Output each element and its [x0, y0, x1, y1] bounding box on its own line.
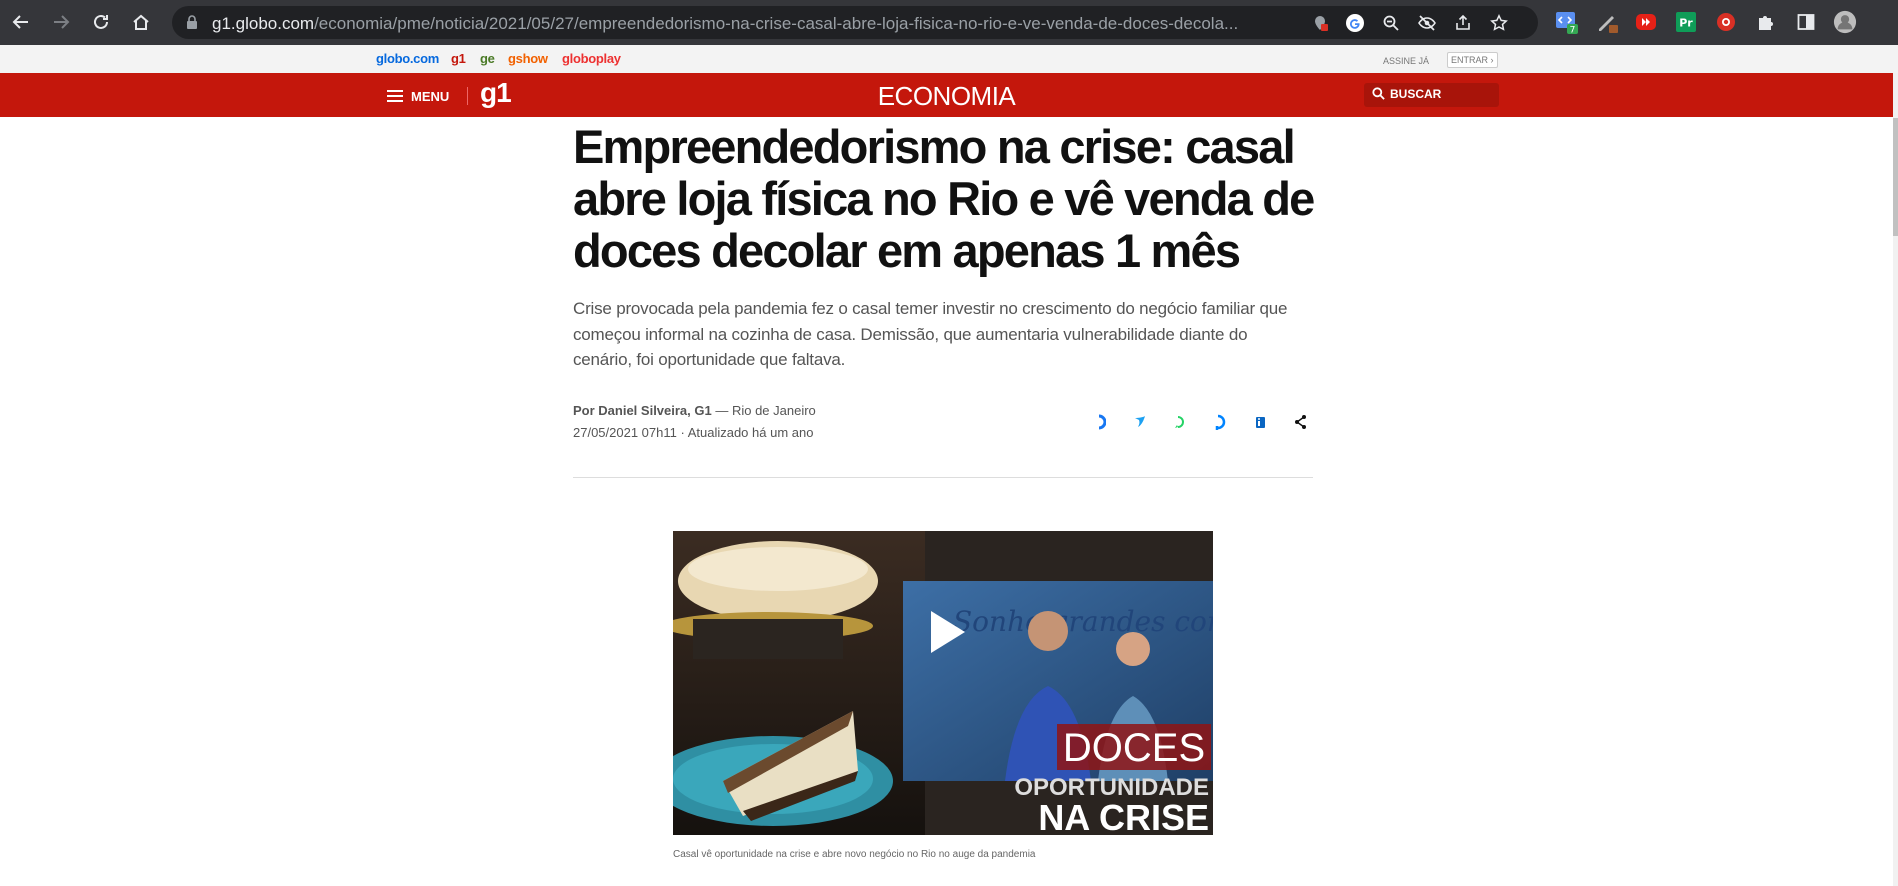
facebook-icon[interactable] [1090, 413, 1108, 431]
google-icon[interactable] [1344, 12, 1366, 34]
location-blocked-icon[interactable] [1309, 12, 1331, 34]
menu-button[interactable]: MENU [386, 87, 469, 105]
globo-network-bar: globo.com g1 ge gshow globoplay ASSINE J… [0, 45, 1898, 73]
url-text[interactable]: g1.globo.com/economia/pme/noticia/2021/0… [212, 14, 1275, 34]
wall-text: Sonhe grandes com pequ... [953, 605, 1213, 638]
video-overlay-line2: NA CRISE [1038, 797, 1209, 835]
search-icon [1372, 87, 1385, 100]
link-g1[interactable]: g1 [451, 51, 466, 66]
hamburger-icon [387, 90, 403, 102]
extensions-puzzle-icon[interactable] [1754, 10, 1778, 34]
extension-badge: 7 [1570, 26, 1576, 35]
article-title: Empreendedorismo na crise: casal abre lo… [573, 120, 1315, 277]
share-page-icon[interactable] [1452, 12, 1474, 34]
article-subtitle: Crise provocada pela pandemia fez o casa… [573, 299, 1288, 369]
scrollbar-thumb[interactable] [1893, 118, 1898, 236]
login-button[interactable]: ENTRAR › [1447, 52, 1498, 68]
link-globoplay[interactable]: globoplay [562, 51, 621, 66]
link-ge[interactable]: ge [480, 51, 495, 66]
author[interactable]: Por Daniel Silveira, G1 [573, 403, 712, 418]
zoom-icon[interactable] [1380, 12, 1402, 34]
video-tag: DOCES [1063, 726, 1205, 770]
article-divider [573, 477, 1313, 478]
record-extension-icon[interactable] [1714, 10, 1738, 34]
article-date: 27/05/2021 07h11 · Atualizado há um ano [573, 425, 814, 440]
page-scrollbar[interactable] [1893, 73, 1898, 886]
browser-toolbar: g1.globo.com/economia/pme/noticia/2021/0… [0, 0, 1898, 45]
share-icon[interactable] [1291, 413, 1309, 431]
linkedin-icon[interactable] [1251, 413, 1269, 431]
menu-label: MENU [411, 88, 450, 104]
video-speed-extension-icon[interactable] [1634, 10, 1658, 34]
whatsapp-icon[interactable] [1171, 413, 1189, 431]
location: — Rio de Janeiro [711, 403, 816, 418]
bookmark-star-icon[interactable] [1488, 12, 1510, 34]
site-header: ECONOMIA MENU g1 BUSCAR [0, 73, 1893, 117]
link-gshow[interactable]: gshow [508, 51, 548, 66]
twitter-icon[interactable] [1131, 413, 1149, 431]
lock-icon[interactable] [186, 15, 198, 34]
reload-icon[interactable] [89, 10, 113, 34]
back-icon[interactable] [9, 10, 33, 34]
g1-logo[interactable]: g1 [480, 77, 512, 109]
subscribe-link[interactable]: ASSINE JÁ [1383, 56, 1429, 66]
video-caption: Casal vê oportunidade na crise e abre no… [673, 849, 1036, 860]
search-label: BUSCAR [1390, 87, 1442, 101]
devtools-extension-icon[interactable]: 7 [1555, 10, 1579, 34]
side-panel-icon[interactable] [1794, 10, 1818, 34]
home-icon[interactable] [129, 10, 153, 34]
video-thumbnail: Sonhe grandes com pequ... DOCES OPORTUNI… [673, 531, 1213, 835]
search-button[interactable]: BUSCAR [1364, 83, 1499, 107]
eye-off-icon[interactable] [1416, 12, 1438, 34]
pr-extension-icon[interactable]: Pr [1674, 10, 1698, 34]
profile-avatar-icon[interactable] [1833, 10, 1857, 34]
svg-text:Pr: Pr [1679, 17, 1693, 30]
address-bar[interactable]: g1.globo.com/economia/pme/noticia/2021/0… [172, 6, 1538, 39]
section-title[interactable]: ECONOMIA [0, 81, 1893, 112]
messenger-icon[interactable] [1211, 413, 1229, 431]
link-globo-com[interactable]: globo.com [376, 51, 439, 66]
forward-icon[interactable] [49, 10, 73, 34]
video-player[interactable]: Sonhe grandes com pequ... DOCES OPORTUNI… [673, 531, 1213, 835]
article-byline: Por Daniel Silveira, G1 — Rio de Janeiro [573, 403, 816, 418]
pen-extension-icon[interactable] [1596, 10, 1620, 34]
